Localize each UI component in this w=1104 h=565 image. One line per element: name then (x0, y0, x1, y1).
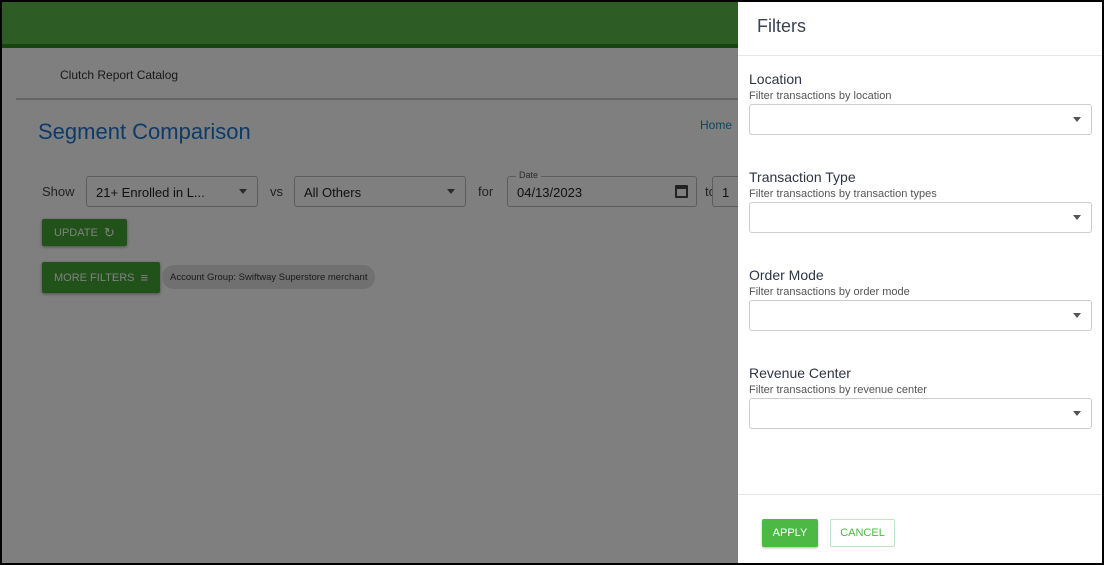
section-title: Location (749, 71, 802, 87)
transaction-type-select[interactable] (749, 202, 1092, 233)
chevron-down-icon (1073, 313, 1081, 318)
divider (738, 494, 1102, 495)
chevron-down-icon (1073, 411, 1081, 416)
section-title: Order Mode (749, 267, 824, 283)
filter-location: Location Filter transactions by location (749, 71, 1092, 135)
filter-transaction-type: Transaction Type Filter transactions by t… (749, 169, 1092, 233)
modal-backdrop[interactable] (2, 2, 738, 563)
section-title: Revenue Center (749, 365, 851, 381)
filters-panel: Filters Location Filter transactions by l… (738, 2, 1102, 563)
section-subtitle: Filter transactions by revenue center (749, 384, 927, 396)
section-title: Transaction Type (749, 169, 856, 185)
chevron-down-icon (1073, 117, 1081, 122)
section-subtitle: Filter transactions by order mode (749, 286, 910, 298)
revenue-center-select[interactable] (749, 398, 1092, 429)
filters-title: Filters (757, 16, 806, 36)
divider (738, 55, 1102, 56)
order-mode-select[interactable] (749, 300, 1092, 331)
chevron-down-icon (1073, 215, 1081, 220)
filter-order-mode: Order Mode Filter transactions by order m… (749, 267, 1092, 331)
section-subtitle: Filter transactions by transaction types (749, 188, 937, 200)
apply-button[interactable]: APPLY (762, 519, 818, 547)
cancel-button[interactable]: CANCEL (830, 519, 895, 547)
location-select[interactable] (749, 104, 1092, 135)
filter-revenue-center: Revenue Center Filter transactions by rev… (749, 365, 1092, 429)
section-subtitle: Filter transactions by location (749, 90, 892, 102)
